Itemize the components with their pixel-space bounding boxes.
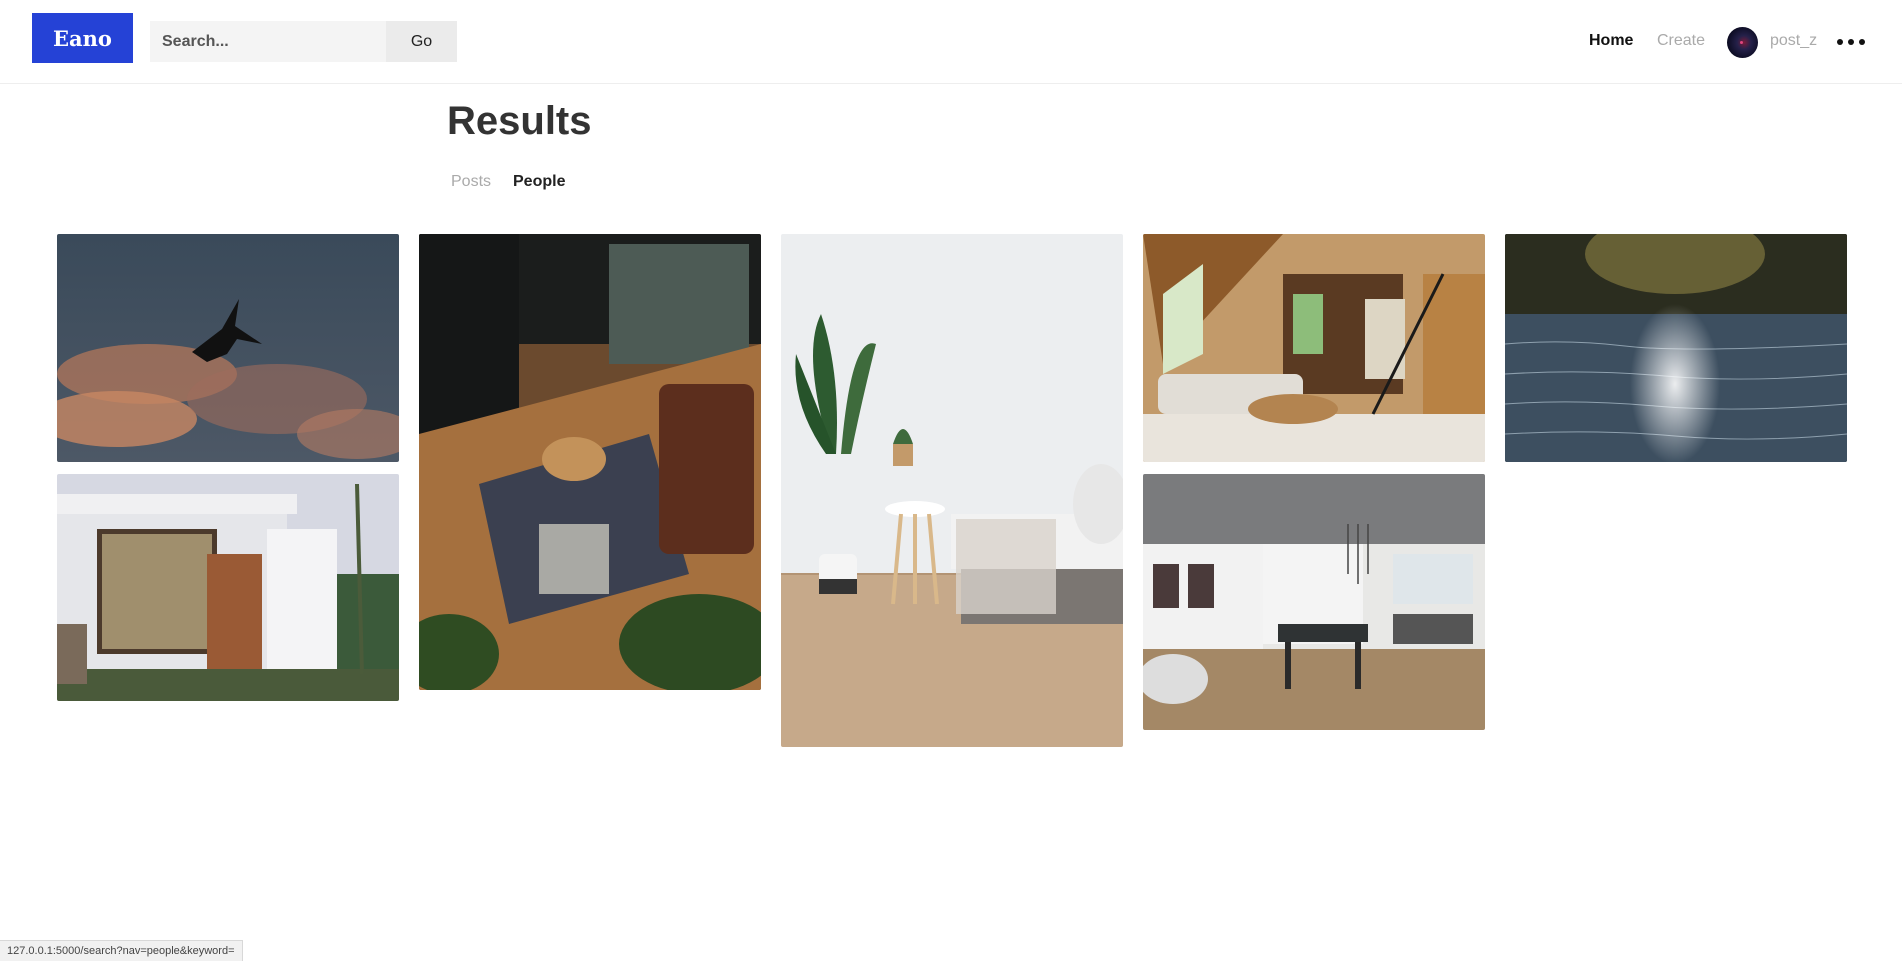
search-input[interactable]: [150, 21, 386, 62]
dining-room-image: [1143, 474, 1485, 730]
image-tile-bird-sky[interactable]: [57, 234, 399, 462]
user-avatar[interactable]: [1727, 27, 1758, 58]
modern-house-image: [57, 474, 399, 701]
image-tile-plants-bedroom[interactable]: [781, 234, 1123, 747]
search-go-button[interactable]: Go: [386, 21, 457, 62]
plants-bedroom-image: [781, 234, 1123, 747]
site-logo[interactable]: Eano: [32, 13, 133, 63]
bird-sky-image: [57, 234, 399, 462]
tab-people[interactable]: People: [513, 173, 565, 191]
sunlit-lake-image: [1505, 234, 1847, 462]
browser-status-bar: 127.0.0.1:5000/search?nav=people&keyword…: [0, 940, 243, 961]
cabin-living-room-image: [1143, 234, 1485, 462]
more-dots-icon[interactable]: [1837, 30, 1865, 54]
living-room-image: [419, 234, 761, 690]
image-tile-dining-room[interactable]: [1143, 474, 1485, 730]
nav-home-link[interactable]: Home: [1589, 32, 1633, 50]
image-tile-cabin-living-room[interactable]: [1143, 234, 1485, 462]
username-link[interactable]: post_z: [1770, 32, 1817, 50]
image-tile-modern-house[interactable]: [57, 474, 399, 701]
image-tile-living-room-sofa[interactable]: [419, 234, 761, 690]
page-title: Results: [447, 99, 592, 143]
tab-posts[interactable]: Posts: [451, 173, 491, 191]
top-navbar: Eano Go Home Create post_z: [0, 0, 1902, 84]
image-tile-sunlit-lake[interactable]: [1505, 234, 1847, 462]
nav-create-link[interactable]: Create: [1657, 32, 1705, 50]
